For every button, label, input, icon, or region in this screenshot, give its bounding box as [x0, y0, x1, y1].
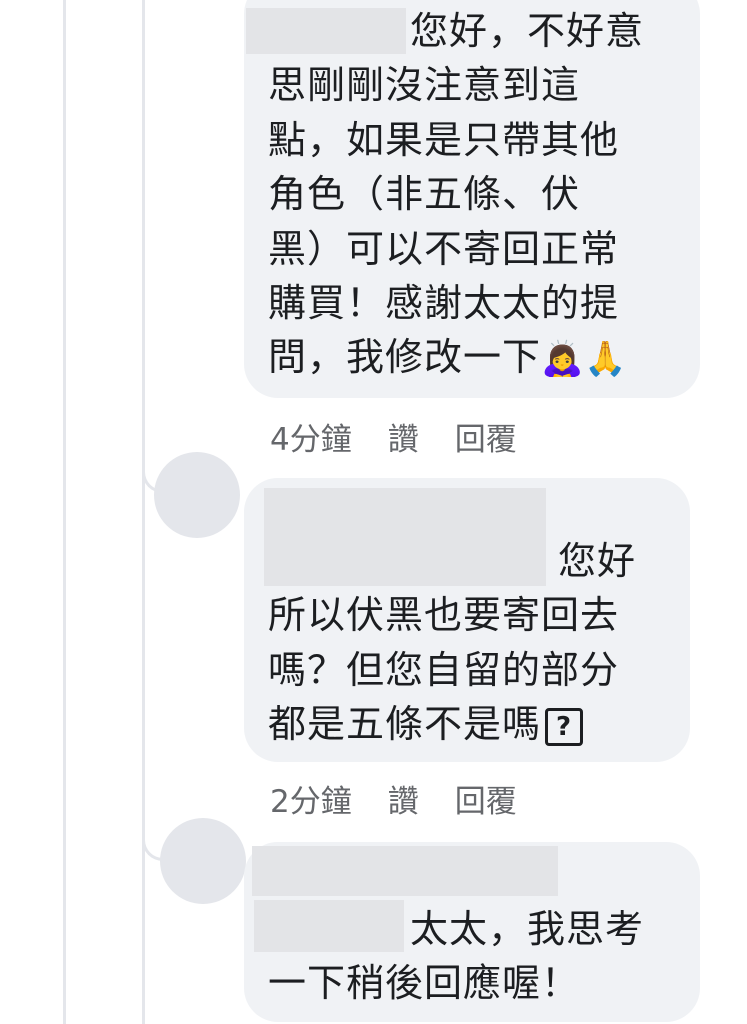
like-button[interactable]: 讚 [388, 414, 419, 459]
comment-meta: 4分鐘 讚 回覆 [270, 414, 517, 459]
comment-timestamp[interactable]: 4分鐘 [270, 414, 352, 459]
comment-bubble: 您好，不好意 思剛剛沒注意到這 點，如果是只帶其他 角色（非五條、伏 黑）可以不… [244, 0, 700, 398]
comment-text-segment: 問，我修改一下 [268, 335, 542, 379]
thread-line-inner [142, 0, 145, 1024]
author-name-redacted[interactable] [246, 8, 406, 54]
author-name-redacted[interactable] [254, 900, 404, 952]
avatar[interactable] [160, 818, 246, 904]
comment-timestamp[interactable]: 2分鐘 [270, 776, 352, 821]
comment-text-line: 您好 [558, 539, 637, 583]
reply-button[interactable]: 回覆 [455, 414, 517, 459]
comment-text-line: 角色（非五條、伏 [268, 172, 581, 216]
avatar[interactable] [154, 452, 240, 538]
comment-text-line: 一下稍後回應喔！ [268, 961, 581, 1005]
reply-button[interactable]: 回覆 [455, 776, 517, 821]
comment-text-segment: 都是五條不是嗎 [268, 702, 542, 746]
question-mark-emoji-icon: ? [545, 707, 584, 746]
comment-text-line: 太太，我思考 [410, 907, 645, 951]
like-button[interactable]: 讚 [388, 776, 419, 821]
comment-text-line: 您好，不好意 [410, 9, 645, 53]
bowing-praying-emoji-icon: 🙇‍♀️🙏 [541, 339, 628, 379]
comment-text-line: 思剛剛沒注意到這 [268, 63, 581, 107]
author-name-redacted[interactable] [264, 488, 546, 586]
comment-text-line: 所以伏黑也要寄回去 [268, 593, 620, 637]
comment-text-line: 都是五條不是嗎? [268, 702, 584, 746]
comment-text-line: 問，我修改一下🙇‍♀️🙏 [268, 338, 628, 376]
comment-text-line: 嗎？但您自留的部分 [268, 648, 620, 692]
author-name-redacted[interactable] [252, 846, 558, 896]
comment-bubble: 您好 所以伏黑也要寄回去 嗎？但您自留的部分 都是五條不是嗎? [244, 478, 690, 762]
comment-text-line: 點，如果是只帶其他 [268, 118, 620, 162]
comment-text-line: 購買！感謝太太的提 [268, 281, 620, 325]
comment-meta: 2分鐘 讚 回覆 [270, 776, 517, 821]
thread-line-outer [63, 0, 66, 1024]
comment-text-line: 黑）可以不寄回正常 [268, 227, 620, 271]
comment-bubble: 太太，我思考 一下稍後回應喔！ [244, 842, 700, 1022]
